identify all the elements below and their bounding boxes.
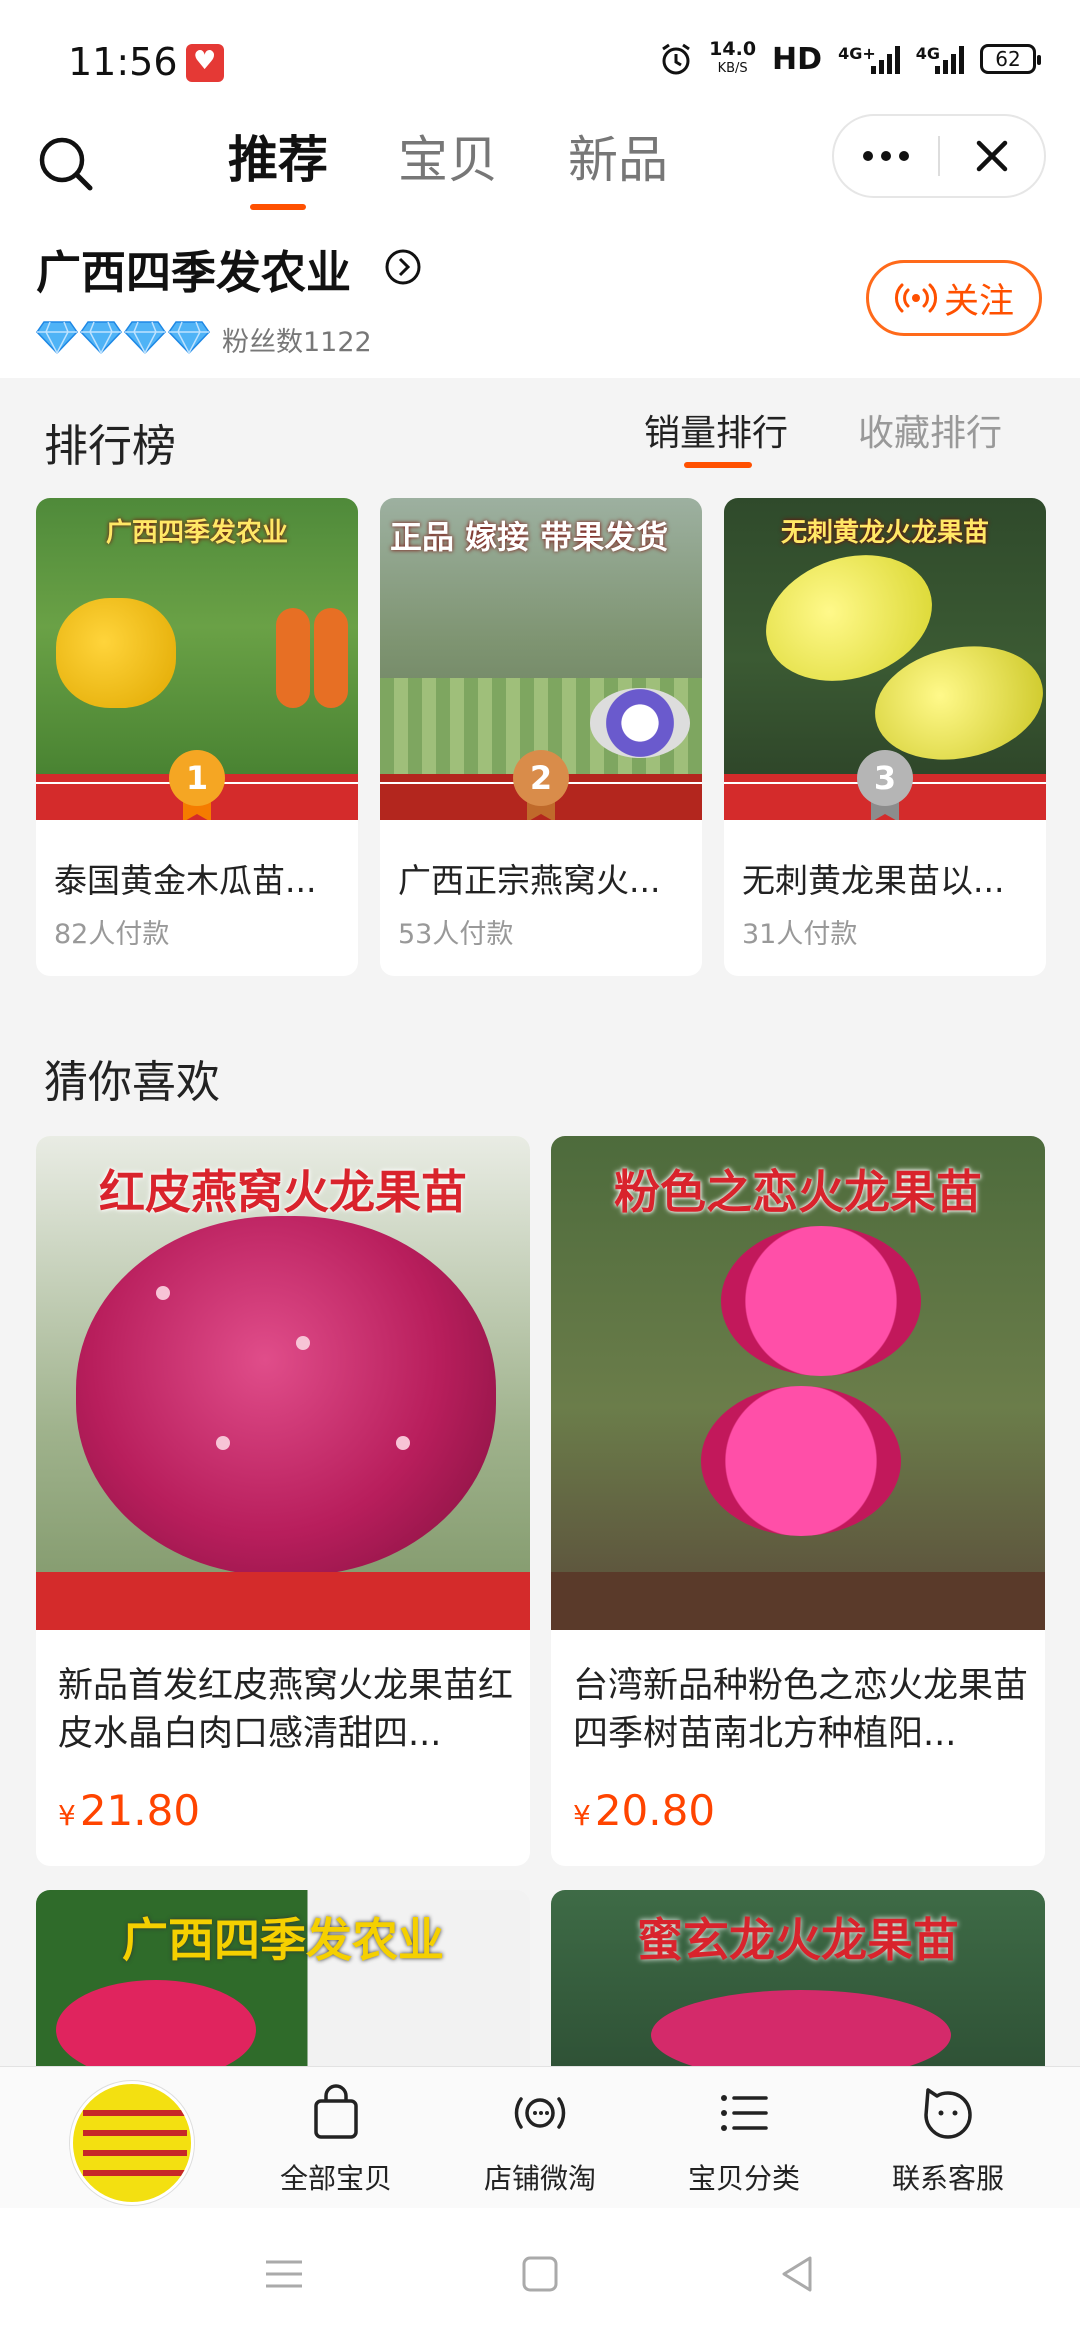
product-name: 无刺黄龙果苗以...: [742, 861, 1005, 900]
mini-program-capsule: [832, 114, 1046, 198]
product-image-caption: 无刺黄龙火龙果苗: [780, 518, 989, 548]
hd-indicator: HD: [772, 41, 823, 77]
more-button[interactable]: [834, 116, 938, 196]
ranking-card[interactable]: 正品 嫁接 带果发货 2 广西正宗燕窝火... 53人付款: [380, 498, 702, 976]
product-card[interactable]: 红皮燕窝火龙果苗 新品首发红皮燕窝火龙果苗红皮水晶白肉口感清甜四... ¥21.…: [36, 1136, 530, 1866]
product-card[interactable]: 广西四季发农业: [36, 1890, 530, 2066]
product-image: 红皮燕窝火龙果苗: [36, 1136, 530, 1630]
tab-recommend[interactable]: 推荐: [228, 120, 328, 210]
signal-icon: 4G: [916, 44, 964, 74]
follow-button[interactable]: 关注: [866, 260, 1042, 336]
notification-app-icon: [186, 44, 224, 82]
home-icon[interactable]: [518, 2252, 562, 2296]
diamond-icon: [168, 321, 210, 354]
shop-name[interactable]: 广西四季发农业: [36, 236, 351, 301]
product-card[interactable]: 蜜玄龙火龙果苗: [551, 1890, 1045, 2066]
signal-icon: 4G+: [838, 44, 900, 74]
product-image-caption: 正品 嫁接 带果发货: [390, 518, 669, 556]
rank-medal: 3: [857, 750, 913, 820]
tab-items[interactable]: 宝贝: [398, 120, 498, 210]
shop-bottom-nav: 全部宝贝 店铺微淘 宝贝分类 联系客服: [0, 2066, 1080, 2208]
product-name: 新品首发红皮燕窝火龙果苗红皮水晶白肉口感清甜四...: [58, 1666, 514, 1754]
nav-categories[interactable]: 宝贝分类: [664, 2081, 824, 2197]
nav-label: 联系客服: [891, 2162, 1004, 2195]
product-card[interactable]: 粉色之恋火龙果苗 台湾新品种粉色之恋火龙果苗四季树苗南北方种植阳... ¥20.…: [551, 1136, 1045, 1866]
battery-icon: 62: [980, 44, 1041, 74]
nav-label: 店铺微淘: [483, 2162, 596, 2195]
sold-count: 53人付款: [398, 919, 514, 950]
diamond-icon: [124, 321, 166, 354]
ranking-card[interactable]: 无刺黄龙火龙果苗 3 无刺黄龙果苗以... 31人付款: [724, 498, 1046, 976]
nav-all-items[interactable]: 全部宝贝: [256, 2081, 416, 2197]
fans-count: 粉丝数1122: [222, 327, 372, 358]
top-tabs: 推荐 宝贝 新品: [228, 120, 668, 210]
product-image: 无刺黄龙火龙果苗 3: [724, 498, 1046, 820]
chevron-right-icon[interactable]: [384, 248, 422, 286]
product-name: 台湾新品种粉色之恋火龙果苗四季树苗南北方种植阳...: [573, 1666, 1029, 1754]
product-image: 正品 嫁接 带果发货 2: [380, 498, 702, 820]
tab-favorites-ranking[interactable]: 收藏排行: [858, 404, 1002, 464]
shop-avatar[interactable]: [70, 2081, 194, 2205]
recommend-title: 猜你喜欢: [44, 1057, 220, 1108]
product-image-caption: 广西四季发农业: [122, 1913, 444, 1967]
rank-medal: 2: [513, 750, 569, 820]
product-image-caption: 粉色之恋火龙果苗: [614, 1165, 982, 1219]
service-face-icon: [924, 2088, 972, 2139]
search-icon[interactable]: [36, 134, 96, 194]
follow-label: 关注: [943, 281, 1014, 322]
product-image: 粉色之恋火龙果苗: [551, 1136, 1045, 1630]
sold-count: 31人付款: [742, 919, 858, 950]
ranking-card[interactable]: 广西四季发农业 1 泰国黄金木瓜苗... 82人付款: [36, 498, 358, 976]
status-bar: 11:56 14.0KB/S HD 4G+ 4G 62: [0, 0, 1080, 108]
broadcast-icon: [895, 283, 937, 313]
product-image: 广西四季发农业 1: [36, 498, 358, 820]
product-price: ¥20.80: [573, 1786, 716, 1835]
shopping-bag-icon: [314, 2084, 358, 2139]
back-icon[interactable]: [776, 2252, 820, 2296]
ranking-title: 排行榜: [44, 421, 176, 472]
diamond-icon: [36, 321, 78, 354]
product-name: 泰国黄金木瓜苗...: [54, 861, 317, 900]
broadcast-icon: [514, 2097, 566, 2129]
nav-customer-service[interactable]: 联系客服: [868, 2081, 1028, 2197]
alarm-icon: [662, 43, 690, 75]
shop-rating-diamonds: [36, 320, 210, 354]
close-icon: [976, 140, 1008, 172]
nav-label: 全部宝贝: [279, 2162, 392, 2195]
list-icon: [721, 2095, 768, 2131]
net-speed: 14.0 KB/S: [709, 38, 757, 77]
close-button[interactable]: [940, 116, 1044, 196]
product-image-caption: 红皮燕窝火龙果苗: [99, 1165, 467, 1219]
rank-medal: 1: [169, 750, 225, 820]
tab-new[interactable]: 新品: [568, 120, 668, 210]
menu-icon[interactable]: [262, 2252, 306, 2296]
product-image-caption: 广西四季发农业: [105, 518, 288, 548]
tab-sales-ranking[interactable]: 销量排行: [644, 404, 788, 468]
nav-label: 宝贝分类: [687, 2162, 800, 2195]
diamond-icon: [80, 321, 122, 354]
system-nav-bar: [0, 2208, 1080, 2340]
status-time: 11:56: [68, 40, 178, 84]
sold-count: 82人付款: [54, 919, 170, 950]
status-indicators: 14.0 KB/S HD 4G+ 4G 62: [659, 38, 1041, 78]
product-price: ¥21.80: [58, 1786, 201, 1835]
shop-header: 推荐 宝贝 新品 广西四季发农业 粉丝数1122 关注: [0, 108, 1080, 378]
nav-shop-feed[interactable]: 店铺微淘: [460, 2081, 620, 2197]
product-image-caption: 蜜玄龙火龙果苗: [637, 1913, 959, 1967]
product-name: 广西正宗燕窝火...: [398, 861, 661, 900]
